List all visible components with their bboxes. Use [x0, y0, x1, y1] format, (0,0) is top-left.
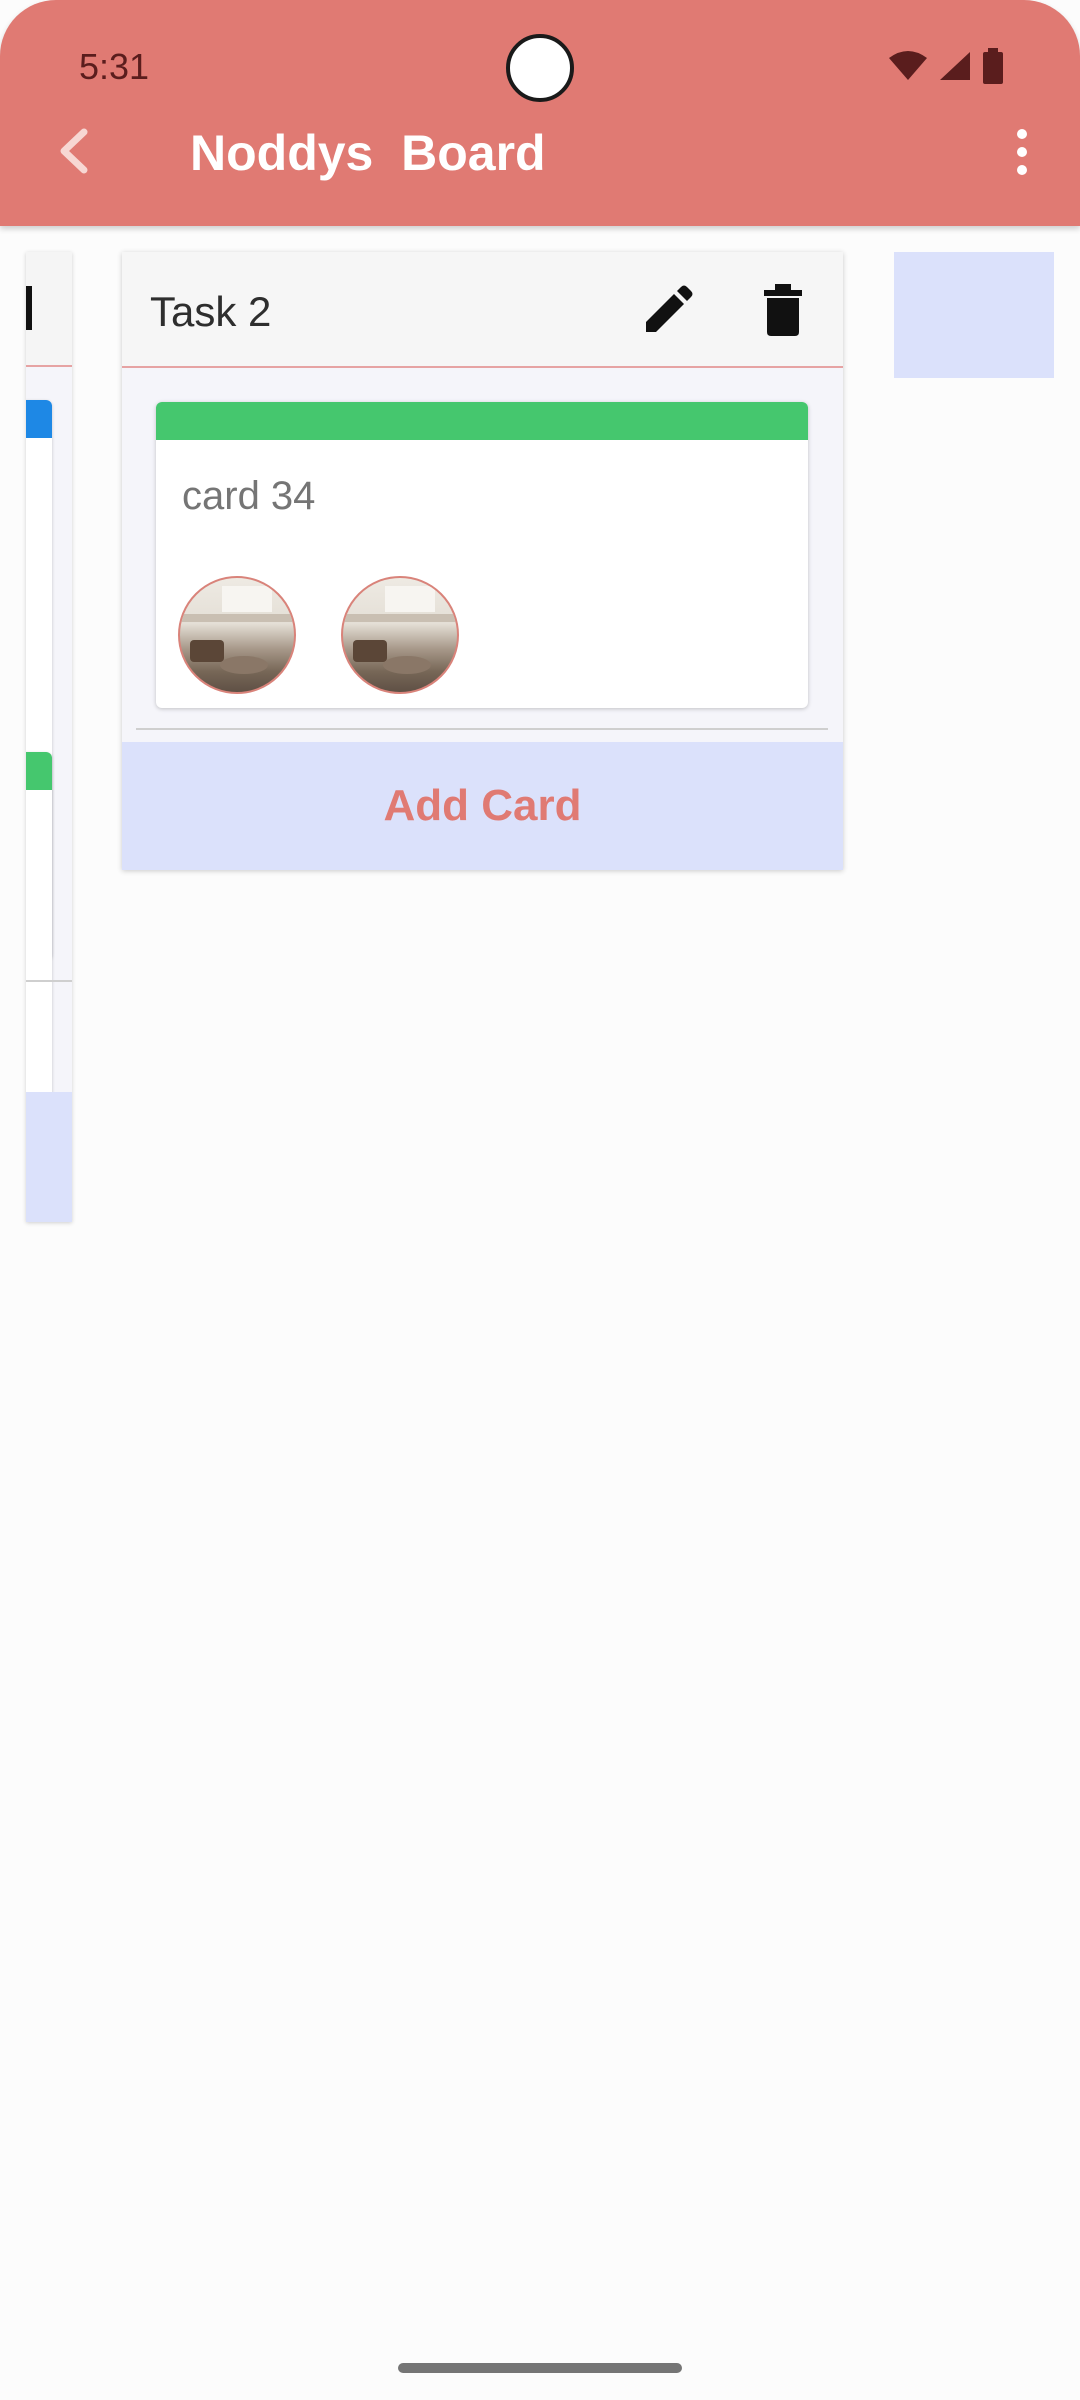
add-card-button[interactable]: Add Card: [122, 742, 843, 870]
battery-icon: [983, 48, 1003, 84]
delete-column-button[interactable]: [760, 282, 806, 338]
board-column: Task 2 card 34 Add Card: [122, 252, 843, 870]
divider: [26, 980, 72, 982]
home-indicator[interactable]: [398, 2363, 682, 2373]
chevron-left-icon: [60, 128, 88, 174]
more-options-button[interactable]: [1006, 124, 1038, 180]
card[interactable]: card 34: [156, 402, 808, 708]
board-column-next[interactable]: [894, 252, 1054, 378]
camera-cutout: [506, 34, 574, 102]
card-label: [26, 400, 52, 438]
card-title: card 34: [182, 474, 316, 518]
card-label-green: [156, 402, 808, 440]
avatar-image: [222, 586, 272, 612]
column-header: Task 2: [122, 252, 843, 368]
member-avatar: [341, 576, 459, 694]
column-title: Task 2: [150, 288, 272, 335]
board-column-previous[interactable]: [26, 252, 72, 1222]
status-time: 5:31: [79, 46, 150, 87]
avatar-image: [385, 586, 435, 612]
card-label: [26, 752, 52, 790]
trash-icon: [764, 284, 802, 336]
trash-icon[interactable]: [26, 286, 32, 330]
signal-icon: [940, 52, 970, 80]
app-bar: 5:31 Noddys Board: [0, 0, 1080, 226]
column-header: [26, 252, 72, 367]
member-avatar: [178, 576, 296, 694]
divider: [136, 728, 828, 730]
more-vert-icon: [1017, 129, 1027, 175]
pencil-icon: [646, 285, 693, 332]
page-title: Noddys Board: [190, 125, 546, 181]
add-card-button-previous[interactable]: [26, 1092, 72, 1222]
back-button[interactable]: [48, 122, 96, 180]
wifi-icon: [889, 51, 927, 80]
status-icons: [888, 48, 1004, 84]
edit-column-button[interactable]: [640, 282, 696, 338]
